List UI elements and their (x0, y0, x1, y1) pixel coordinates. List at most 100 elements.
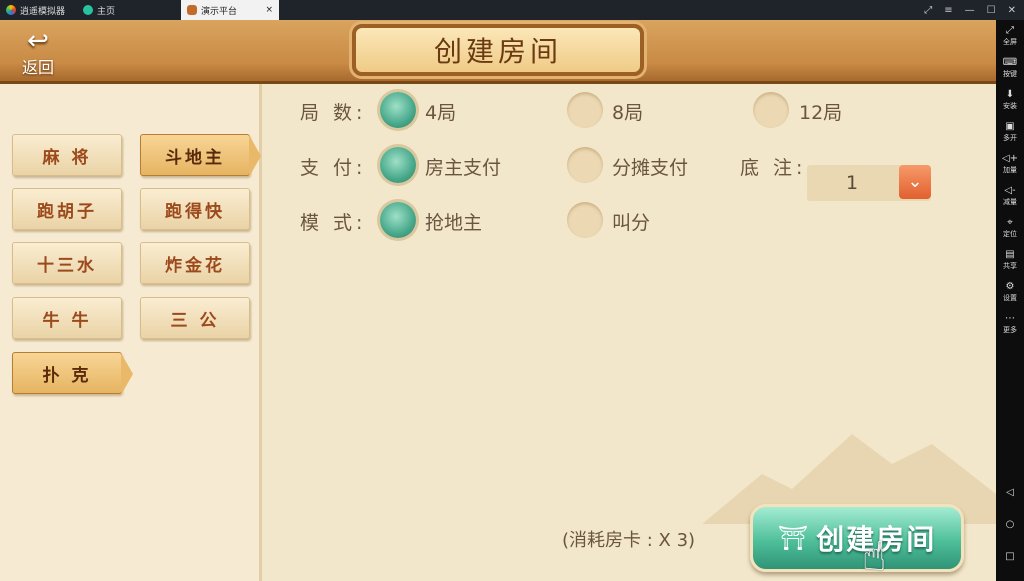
sidebar-install[interactable]: ⬇ 安装 (996, 84, 1024, 116)
bet-label: 底 注: (740, 157, 807, 179)
game-label: 三 公 (170, 310, 220, 331)
mode-grab-radio[interactable] (380, 202, 416, 238)
pay-split-label[interactable]: 分摊支付 (612, 153, 688, 180)
emulator-logo-icon (6, 5, 16, 15)
category-label: 十三水 (37, 255, 97, 276)
tab-emulator-label: 逍遥模拟器 (20, 6, 66, 17)
game-label: 炸金花 (165, 255, 225, 276)
game-doudizhu-button[interactable]: 斗地主 (140, 134, 261, 177)
close-window-icon[interactable]: ✕ (1008, 5, 1016, 16)
chevron-down-icon[interactable]: ⌄ (899, 165, 931, 199)
mode-label: 模 式: (300, 212, 367, 234)
category-mahjong-button[interactable]: 麻 将 (12, 134, 122, 176)
tab-demo-label: 演示平台 (201, 6, 238, 17)
game-paodekuai-button[interactable]: 跑得快 (140, 188, 250, 230)
window-controls: ⤢ ≡ — ☐ ✕ (924, 0, 1016, 20)
sidebar-settings[interactable]: ⚙ 设置 (996, 276, 1024, 308)
sidebar-label: 更多 (1003, 325, 1017, 334)
pay-owner-label[interactable]: 房主支付 (425, 153, 501, 180)
sidebar-share[interactable]: ▤ 共享 (996, 244, 1024, 276)
bet-value: 1 (845, 172, 859, 194)
sidebar-label: 共享 (1003, 261, 1017, 270)
mode-grab-label[interactable]: 抢地主 (425, 208, 482, 235)
nav-recents-button[interactable]: □ (996, 541, 1024, 573)
sidebar-label: 多开 (1003, 133, 1017, 142)
tab-home[interactable]: 主页 (77, 0, 121, 20)
close-icon[interactable]: × (265, 5, 273, 15)
tab-demo[interactable]: 演示平台 × (181, 0, 280, 20)
create-room-button[interactable]: ⛩ 创建房间 (750, 504, 964, 572)
mode-bid-radio[interactable] (567, 202, 603, 238)
sidebar-volume-down[interactable]: ◁- 减量 (996, 180, 1024, 212)
category-shisanshui-button[interactable]: 十三水 (12, 242, 122, 284)
rounds-12-label[interactable]: 12局 (799, 98, 842, 125)
page-title: 创建房间 (433, 35, 562, 68)
folder-icon: ▤ (1005, 248, 1015, 260)
category-label: 扑 克 (42, 365, 92, 386)
sidebar-label: 定位 (1003, 229, 1017, 238)
sidebar-keymap[interactable]: ⌨ 按键 (996, 52, 1024, 84)
sidebar-location[interactable]: ⌖ 定位 (996, 212, 1024, 244)
gate-icon: ⛩ (777, 524, 809, 552)
emulator-sidebar: ⤢ 全屏 ⌨ 按键 ⬇ 安装 ▣ 多开 ◁+ 加量 ◁- 减量 ⌖ 定位 ▤ 共享 ⚙ 设置 ⋯ 更… (996, 20, 1024, 581)
tab-emulator[interactable]: 逍遥模拟器 (0, 0, 71, 20)
sidebar-more[interactable]: ⋯ 更多 (996, 308, 1024, 340)
menu-icon[interactable]: ≡ (944, 5, 952, 16)
gear-icon: ⚙ (1005, 280, 1015, 292)
category-label: 麻 将 (42, 147, 92, 168)
apk-icon: ⬇ (1005, 88, 1015, 100)
game-sangong-button[interactable]: 三 公 (140, 297, 250, 339)
location-icon: ⌖ (1007, 216, 1013, 228)
rounds-12-radio[interactable] (753, 92, 789, 128)
category-poker-button[interactable]: 扑 克 (12, 352, 133, 395)
multi-instance-icon: ▣ (1005, 120, 1015, 132)
back-triangle-icon: ◁ (1006, 487, 1014, 498)
maximize-icon[interactable]: ☐ (987, 5, 996, 16)
sidebar-fullscreen[interactable]: ⤢ 全屏 (996, 20, 1024, 52)
home-icon (83, 5, 94, 15)
recents-square-icon: □ (1005, 551, 1015, 562)
rounds-8-radio[interactable] (567, 92, 603, 128)
bet-select[interactable]: 1 ⌄ (807, 165, 931, 201)
category-label: 跑胡子 (37, 201, 97, 222)
tab-home-label: 主页 (97, 6, 116, 17)
game-screen: ↩ 返回 创建房间 麻 将 跑胡子 十三水 牛 牛 扑 克 斗地主 跑得快 炸金… (0, 20, 996, 581)
rounds-4-label[interactable]: 4局 (425, 98, 456, 125)
mode-bid-label[interactable]: 叫分 (612, 208, 650, 235)
game-label: 斗地主 (165, 147, 225, 168)
nav-back-button[interactable]: ◁ (996, 477, 1024, 509)
minimize-icon[interactable]: — (965, 5, 975, 16)
rounds-8-label[interactable]: 8局 (612, 98, 643, 125)
keyboard-icon: ⌨ (1002, 56, 1018, 68)
back-arrow-icon: ↩ (27, 26, 49, 56)
nav-home-button[interactable]: ○ (996, 509, 1024, 541)
sidebar-label: 减量 (1003, 197, 1017, 206)
emulator-tab-bar: 逍遥模拟器 主页 演示平台 × ⤢ ≡ — ☐ ✕ (0, 0, 1024, 20)
pointing-hand-icon: ☝ (862, 534, 887, 580)
back-button[interactable]: ↩ 返回 (10, 28, 66, 80)
game-label: 跑得快 (165, 201, 225, 222)
sidebar-label: 安装 (1003, 101, 1017, 110)
game-menu-panel: 麻 将 跑胡子 十三水 牛 牛 扑 克 斗地主 跑得快 炸金花 三 公 (0, 84, 262, 581)
category-label: 牛 牛 (42, 310, 92, 331)
home-circle-icon: ○ (1005, 519, 1015, 530)
pay-owner-radio[interactable] (380, 147, 416, 183)
app-icon (187, 5, 198, 15)
sidebar-label: 设置 (1003, 293, 1017, 302)
category-niuniu-button[interactable]: 牛 牛 (12, 297, 122, 339)
fullscreen-icon: ⤢ (1006, 24, 1014, 36)
fullscreen-icon[interactable]: ⤢ (924, 5, 932, 16)
sidebar-volume-up[interactable]: ◁+ 加量 (996, 148, 1024, 180)
rounds-label: 局 数: (300, 102, 367, 124)
title-plate: 创建房间 (352, 24, 644, 76)
pay-split-radio[interactable] (567, 147, 603, 183)
volume-up-icon: ◁+ (1001, 152, 1019, 164)
game-zhajinhua-button[interactable]: 炸金花 (140, 242, 250, 284)
more-icon: ⋯ (1005, 312, 1015, 324)
back-label: 返回 (21, 58, 54, 77)
room-options: 局 数: 4局 8局 12局 支 付: 房主支付 分摊支付 底 注: 1 ⌄ 模… (262, 84, 996, 581)
sidebar-multi[interactable]: ▣ 多开 (996, 116, 1024, 148)
rounds-4-radio[interactable] (380, 92, 416, 128)
category-paohuzi-button[interactable]: 跑胡子 (12, 188, 122, 230)
sidebar-label: 加量 (1003, 165, 1017, 174)
